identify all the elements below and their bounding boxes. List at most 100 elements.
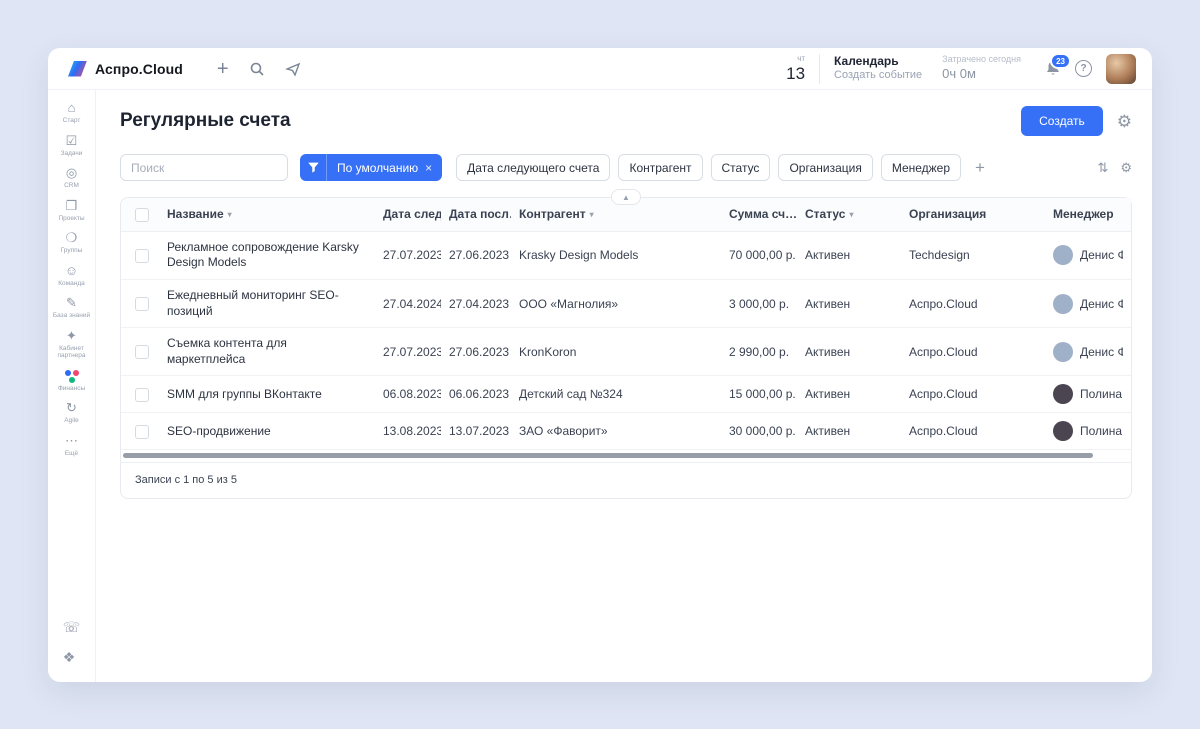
- search-input[interactable]: [120, 154, 288, 181]
- column-header-manager[interactable]: Менеджер: [1045, 198, 1131, 231]
- row-checkbox[interactable]: [135, 388, 149, 402]
- sidebar-item-finance[interactable]: Финансы: [48, 364, 95, 397]
- column-header-organization[interactable]: Организация: [901, 198, 1045, 231]
- next-date: 13.08.2023: [375, 413, 441, 450]
- row-checkbox[interactable]: [135, 249, 149, 263]
- support-icon[interactable]: ☏: [63, 620, 81, 634]
- help-icon[interactable]: ?: [1075, 60, 1092, 77]
- manager-avatar: [1053, 342, 1073, 362]
- row-checkbox[interactable]: [135, 345, 149, 359]
- contragent[interactable]: ООО «Магнолия»: [511, 280, 721, 328]
- more-icon: ⋯: [65, 434, 78, 448]
- quick-add-icon[interactable]: +: [217, 59, 229, 79]
- column-header-last-date[interactable]: Дата посл…: [441, 198, 511, 231]
- invoice-status[interactable]: Активен: [797, 376, 901, 413]
- invoice-name[interactable]: Ежедневный мониторинг SEO-позиций: [159, 280, 375, 328]
- organization: Аспро.Cloud: [901, 280, 1045, 328]
- filter-chip-contragent[interactable]: Контрагент: [618, 154, 702, 181]
- today-date[interactable]: чт 13: [786, 55, 805, 82]
- filter-chip-status[interactable]: Статус: [711, 154, 771, 181]
- column-header-status[interactable]: Статус▾: [797, 198, 901, 231]
- next-date: 27.04.2024: [375, 280, 441, 328]
- filter-chip-next-date[interactable]: Дата следующего счета: [456, 154, 610, 181]
- filter-preset-button[interactable]: По умолчанию ×: [300, 154, 442, 181]
- column-header-sum[interactable]: Сумма сч…: [721, 198, 797, 231]
- contragent[interactable]: ЗАО «Фаворит»: [511, 413, 721, 450]
- app-logo[interactable]: Аспро.Cloud: [68, 61, 183, 77]
- next-date: 27.07.2023: [375, 328, 441, 376]
- user-avatar[interactable]: [1106, 54, 1136, 84]
- sidebar-item-tasks[interactable]: ☑ Задачи: [48, 129, 95, 162]
- clear-preset-icon[interactable]: ×: [425, 161, 432, 175]
- collapse-rows-icon[interactable]: ⇅: [1097, 161, 1108, 174]
- contragent[interactable]: Детский сад №324: [511, 376, 721, 413]
- table-row[interactable]: SMM для группы ВКонтакте 06.08.2023 06.0…: [121, 376, 1131, 413]
- manager-name[interactable]: Денис Федоров: [1080, 297, 1123, 311]
- sidebar-item-crm[interactable]: ◎ CRM: [48, 161, 95, 194]
- manager-avatar: [1053, 294, 1073, 314]
- table-row[interactable]: Рекламное сопровождение Karsky Design Mo…: [121, 231, 1131, 279]
- collapse-panel-button[interactable]: ▲: [611, 189, 641, 205]
- invoice-status[interactable]: Активен: [797, 231, 901, 279]
- invoice-sum: 2 990,00 р.: [721, 328, 797, 376]
- invoice-sum: 30 000,00 р.: [721, 413, 797, 450]
- sidebar-item-knowledge-base[interactable]: ✎ База знаний: [48, 291, 95, 324]
- search-icon[interactable]: [249, 61, 265, 77]
- sidebar-item-team[interactable]: ☺ Команда: [48, 259, 95, 292]
- sidebar-item-projects[interactable]: ❐ Проекты: [48, 194, 95, 227]
- table-row[interactable]: Ежедневный мониторинг SEO-позиций 27.04.…: [121, 280, 1131, 328]
- manager-name[interactable]: Денис Федоров: [1080, 248, 1123, 262]
- column-header-next-date[interactable]: Дата след…: [375, 198, 441, 231]
- contragent[interactable]: KronKoron: [511, 328, 721, 376]
- tracked-value: 0ч 0м: [942, 66, 1021, 83]
- table-row[interactable]: SEO-продвижение 13.08.2023 13.07.2023 ЗА…: [121, 413, 1131, 450]
- main-content: Регулярные счета Создать ⚙ По умолчанию …: [96, 90, 1152, 682]
- invoice-name[interactable]: Рекламное сопровождение Karsky Design Mo…: [159, 231, 375, 279]
- organization: Аспро.Cloud: [901, 328, 1045, 376]
- team-icon: ☺: [65, 264, 78, 278]
- sidebar-item-agile[interactable]: ↻ Agile: [48, 396, 95, 429]
- page-title: Регулярные счета: [120, 110, 291, 132]
- manager-name[interactable]: Полина Гирич: [1080, 387, 1123, 401]
- send-idea-icon[interactable]: [285, 61, 301, 77]
- create-button[interactable]: Создать: [1021, 106, 1103, 136]
- invoice-status[interactable]: Активен: [797, 413, 901, 450]
- invoice-status[interactable]: Активен: [797, 280, 901, 328]
- table-row[interactable]: Съемка контента для маркетплейса 27.07.2…: [121, 328, 1131, 376]
- filter-chip-manager[interactable]: Менеджер: [881, 154, 961, 181]
- manager-name[interactable]: Денис Федоров: [1080, 345, 1123, 359]
- calendar-widget[interactable]: Календарь Создать событие: [834, 54, 922, 83]
- contragent[interactable]: Krasky Design Models: [511, 231, 721, 279]
- sidebar-item-partner-cabinet[interactable]: ✦ Кабинет партнера: [48, 324, 95, 364]
- filter-chip-organization[interactable]: Организация: [778, 154, 872, 181]
- groups-icon: ❍: [66, 231, 78, 245]
- weekday-label: чт: [797, 55, 805, 63]
- funnel-icon[interactable]: [300, 154, 327, 181]
- column-header-name[interactable]: Название▾: [159, 198, 375, 231]
- preset-label: По умолчанию: [337, 161, 418, 175]
- row-checkbox[interactable]: [135, 297, 149, 311]
- sidebar-item-start[interactable]: ⌂ Старт: [48, 96, 95, 129]
- sidebar-item-more[interactable]: ⋯ Ещё: [48, 429, 95, 462]
- tasks-icon: ☑: [66, 134, 78, 148]
- manager-name[interactable]: Полина Гирич: [1080, 424, 1123, 438]
- time-tracker[interactable]: Затрачено сегодня 0ч 0м: [942, 54, 1021, 83]
- apps-icon[interactable]: ❖: [63, 650, 81, 664]
- select-all-checkbox[interactable]: [135, 208, 149, 222]
- next-date: 06.08.2023: [375, 376, 441, 413]
- invoice-name[interactable]: SMM для группы ВКонтакте: [159, 376, 375, 413]
- horizontal-scrollbar: [121, 450, 1131, 462]
- finance-icon: [65, 369, 79, 383]
- add-filter-icon[interactable]: +: [975, 158, 985, 178]
- row-checkbox[interactable]: [135, 425, 149, 439]
- table-settings-gear-icon[interactable]: ⚙: [1120, 161, 1132, 174]
- page-settings-gear-icon[interactable]: ⚙: [1117, 113, 1132, 130]
- invoice-status[interactable]: Активен: [797, 328, 901, 376]
- scrollbar-thumb[interactable]: [123, 453, 1093, 458]
- sort-chevron-icon: ▾: [228, 210, 232, 219]
- invoice-name[interactable]: Съемка контента для маркетплейса: [159, 328, 375, 376]
- sidebar-item-groups[interactable]: ❍ Группы: [48, 226, 95, 259]
- notifications-button[interactable]: 23: [1045, 60, 1061, 77]
- create-event-link[interactable]: Создать событие: [834, 69, 922, 83]
- invoice-name[interactable]: SEO-продвижение: [159, 413, 375, 450]
